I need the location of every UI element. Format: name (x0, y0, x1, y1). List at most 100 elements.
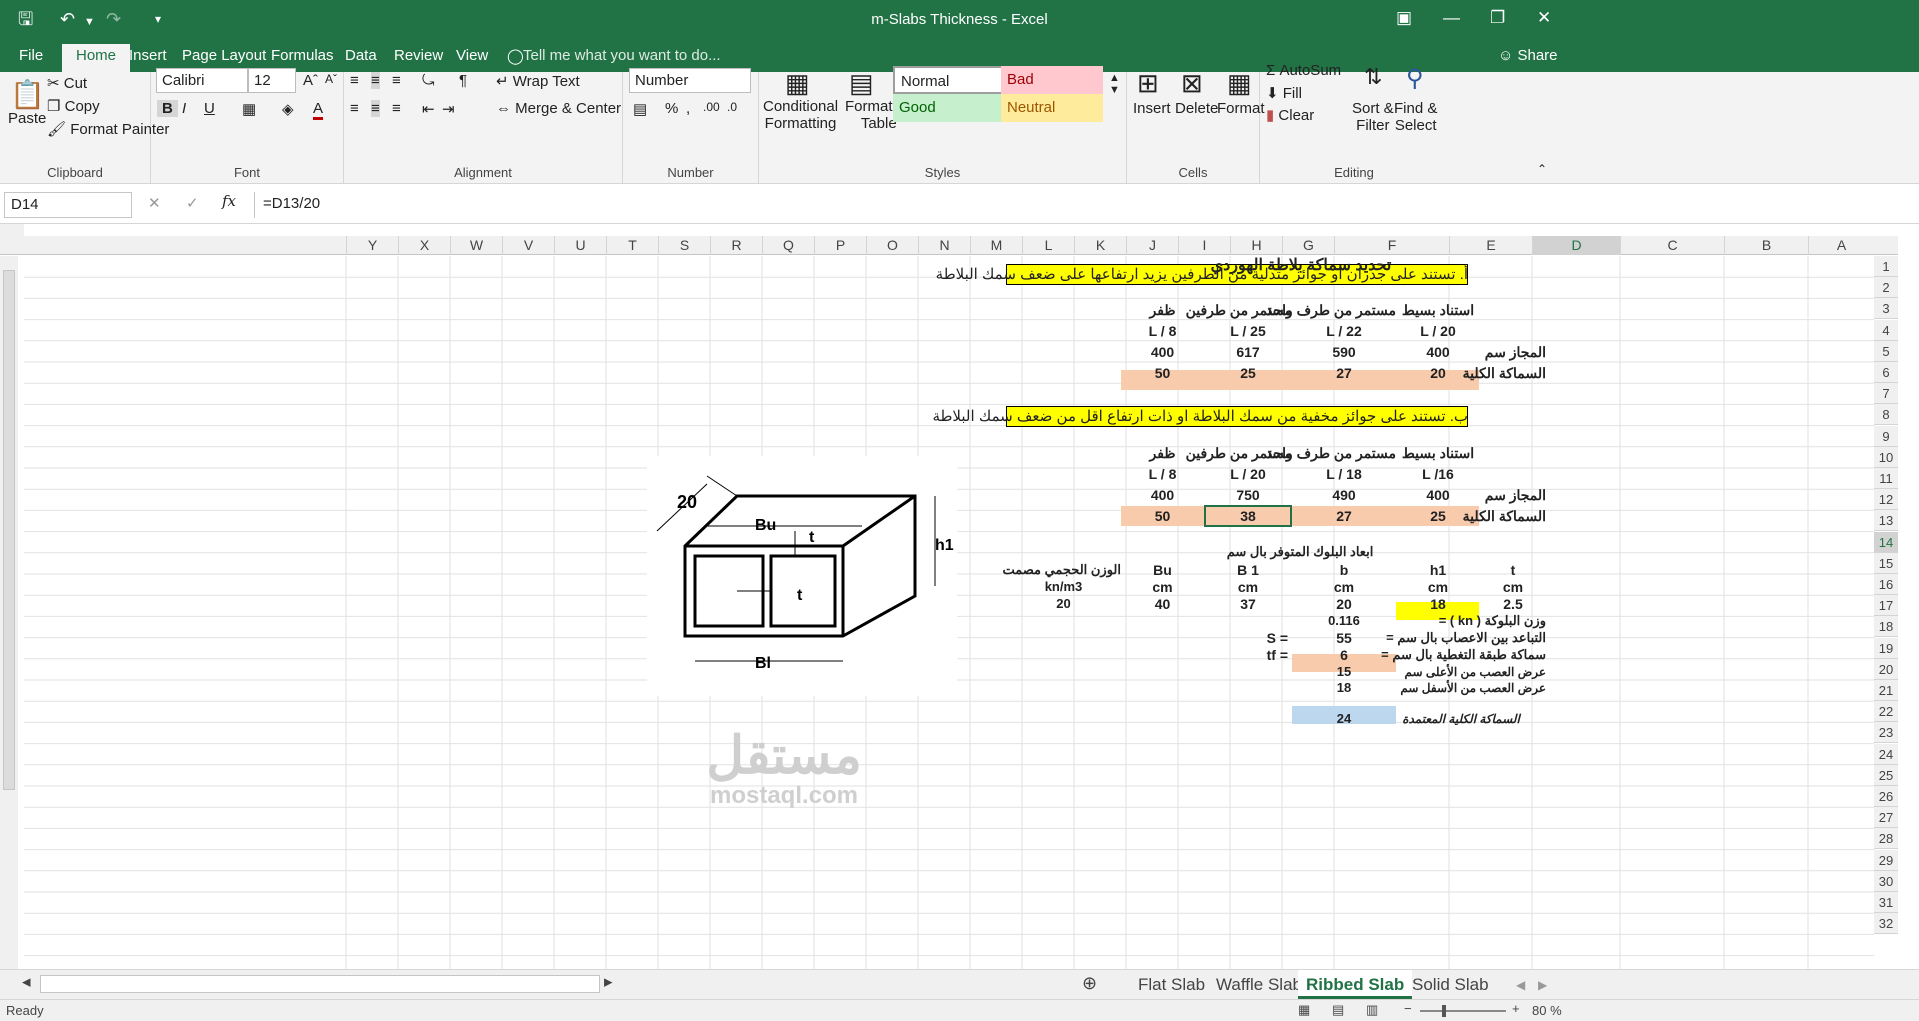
row-header-18[interactable]: 18 (1874, 616, 1898, 638)
copy-button[interactable]: ❐ Copy (47, 97, 100, 115)
sheet-tab-ribbed-slab[interactable]: Ribbed Slab (1298, 970, 1413, 999)
row-header-31[interactable]: 31 (1874, 892, 1898, 913)
column-header-j[interactable]: J (1126, 236, 1178, 255)
worksheet[interactable]: ABCDEFGHIJKLMNOPQRSTUVWXY 1 2 3 4 5 6 7 8 9 10 11 1… (0, 224, 1919, 969)
sort-filter-icon[interactable]: ⇅ (1364, 64, 1382, 90)
format-cells-button[interactable]: Format (1217, 100, 1265, 117)
column-header-o[interactable]: O (866, 236, 918, 255)
cell-grid[interactable]: تحديد سماكة بلاطة الهوردي أ. تستند على ج… (24, 256, 1874, 969)
column-header-x[interactable]: X (398, 236, 450, 255)
row-header-19[interactable]: 19 (1874, 637, 1898, 659)
delete-cells-button[interactable]: Delete (1175, 100, 1218, 117)
select-all-corner[interactable] (0, 224, 24, 255)
column-header-s[interactable]: S (658, 236, 710, 255)
row-header-4[interactable]: 4 (1874, 319, 1898, 341)
paste-icon[interactable]: 📋 (10, 78, 45, 111)
tab-file[interactable]: File (19, 47, 43, 64)
row-header-10[interactable]: 10 (1874, 446, 1898, 468)
vertical-scroll-thumb[interactable] (3, 270, 15, 790)
underline-button[interactable]: U (204, 100, 215, 117)
column-header-q[interactable]: Q (762, 236, 814, 255)
style-neutral[interactable]: Neutral (1001, 94, 1103, 122)
row-header-22[interactable]: 22 (1874, 701, 1898, 723)
r14-d[interactable]: 38 (1204, 504, 1292, 528)
row-header-21[interactable]: 21 (1874, 680, 1898, 701)
zoom-slider[interactable] (1420, 1010, 1506, 1012)
cut-button[interactable]: ✂ Cut (47, 74, 87, 92)
row-header-9[interactable]: 9 (1874, 425, 1898, 447)
tab-review[interactable]: Review (394, 47, 443, 64)
column-header-n[interactable]: N (918, 236, 970, 255)
paste-button[interactable]: Paste (8, 110, 46, 127)
column-header-g[interactable]: G (1282, 236, 1334, 255)
shrink-font-icon[interactable]: Aˇ (325, 72, 337, 86)
align-middle-icon[interactable]: ≡ (371, 72, 380, 89)
close-icon[interactable]: ✕ (1537, 8, 1551, 28)
row-header-28[interactable]: 28 (1874, 828, 1898, 850)
row-header-5[interactable]: 5 (1874, 340, 1898, 362)
page-layout-view-icon[interactable]: ▤ (1332, 1002, 1344, 1018)
collapse-ribbon-icon[interactable]: ⌃ (1537, 162, 1547, 176)
autosum-button[interactable]: Σ AutoSum (1266, 62, 1341, 79)
column-header-y[interactable]: Y (346, 236, 398, 255)
clear-button[interactable]: ▮ Clear (1266, 106, 1314, 124)
column-header-u[interactable]: U (554, 236, 606, 255)
column-header-k[interactable]: K (1074, 236, 1126, 255)
row-header-24[interactable]: 24 (1874, 743, 1898, 765)
number-format-dropdown[interactable]: Number (629, 68, 751, 93)
horizontal-scrollbar[interactable] (40, 975, 600, 993)
page-break-view-icon[interactable]: ▥ (1366, 1002, 1378, 1018)
tab-data[interactable]: Data (345, 47, 377, 64)
column-header-w[interactable]: W (450, 236, 502, 255)
sort-filter-button[interactable]: Sort & Filter (1352, 100, 1394, 134)
style-bad[interactable]: Bad (1001, 66, 1103, 94)
tell-me-search[interactable]: Tell me what you want to do... (523, 47, 721, 64)
column-header-v[interactable]: V (502, 236, 554, 255)
conditional-formatting-icon[interactable]: ▦ (785, 68, 810, 99)
row-header-14[interactable]: 14 (1874, 531, 1898, 553)
format-as-table-icon[interactable]: ▤ (849, 68, 874, 99)
insert-function-icon[interactable]: fx (222, 192, 236, 210)
formula-input[interactable]: =D13/20 (254, 192, 1894, 218)
row-header-8[interactable]: 8 (1874, 404, 1898, 426)
row-header-20[interactable]: 20 (1874, 658, 1898, 680)
share-button[interactable]: ☺ Share (1498, 47, 1558, 64)
name-box[interactable]: D14 (4, 192, 132, 218)
row-header-3[interactable]: 3 (1874, 298, 1898, 320)
zoom-out-icon[interactable]: − (1404, 1001, 1412, 1016)
tab-nav-left-icon[interactable]: ◀ (1516, 978, 1525, 992)
column-header-c[interactable]: C (1620, 236, 1724, 255)
row-header-15[interactable]: 15 (1874, 552, 1898, 574)
column-header-i[interactable]: I (1178, 236, 1230, 255)
normal-view-icon[interactable]: ▦ (1298, 1002, 1310, 1018)
column-header-d[interactable]: D (1532, 236, 1620, 255)
row-header-25[interactable]: 25 (1874, 764, 1898, 786)
column-header-t[interactable]: T (606, 236, 658, 255)
column-header-a[interactable]: A (1808, 236, 1874, 255)
format-cells-icon[interactable]: ▦ (1227, 68, 1252, 99)
ribbon-display-icon[interactable]: ▣ (1396, 8, 1412, 28)
sheet-tab-flat-slab[interactable]: Flat Slab (1138, 975, 1205, 995)
tab-page-layout[interactable]: Page Layout (182, 47, 266, 64)
sheet-tab-solid-slab[interactable]: Solid Slab (1412, 975, 1489, 995)
column-header-f[interactable]: F (1334, 236, 1449, 255)
percent-style-icon[interactable]: % (665, 100, 678, 117)
insert-cells-button[interactable]: Insert (1133, 100, 1171, 117)
align-bottom-icon[interactable]: ≡ (392, 72, 401, 89)
font-color-icon[interactable]: A (313, 100, 324, 120)
fill-button[interactable]: ⬇ Fill (1266, 84, 1302, 102)
row-header-6[interactable]: 6 (1874, 362, 1898, 383)
row-header-29[interactable]: 29 (1874, 849, 1898, 871)
fill-color-icon[interactable]: ◈ (282, 100, 294, 118)
magnifier-icon[interactable]: ⚲ (1406, 64, 1424, 93)
restore-icon[interactable]: ❐ (1490, 8, 1505, 28)
accounting-format-icon[interactable]: ▤ (633, 100, 647, 118)
column-header-p[interactable]: P (814, 236, 866, 255)
comma-style-icon[interactable]: , (686, 100, 690, 117)
column-header-h[interactable]: H (1230, 236, 1282, 255)
conditional-formatting-button[interactable]: Conditional Formatting (763, 98, 838, 132)
align-center-icon[interactable]: ≡ (371, 100, 380, 117)
row-header-30[interactable]: 30 (1874, 870, 1898, 892)
tab-home[interactable]: Home (62, 44, 131, 72)
merge-center-button[interactable]: ⇔ Merge & Center (496, 100, 621, 117)
